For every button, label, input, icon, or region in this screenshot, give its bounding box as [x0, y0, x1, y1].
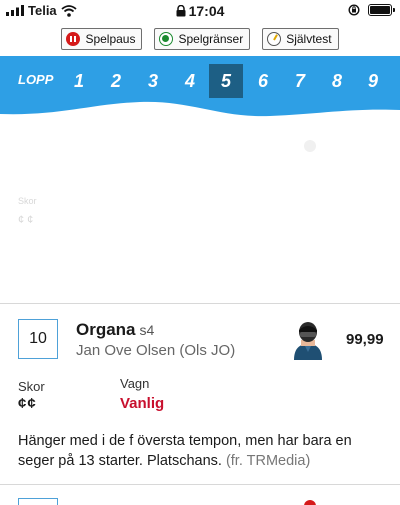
next-start-number-badge [18, 498, 58, 505]
status-right [348, 4, 395, 16]
faded-driver-icon [304, 140, 316, 152]
limits-icon [159, 32, 174, 46]
race-tab-7[interactable]: 7 [283, 64, 317, 98]
horse-name-text: Organa [76, 320, 136, 339]
row-divider-top [0, 303, 400, 304]
status-time: 17:04 [188, 3, 225, 19]
row-divider-bottom [0, 484, 400, 485]
spelpaus-button[interactable]: Spelpaus [61, 28, 143, 50]
comment-source: (fr. TRMedia) [225, 453, 311, 469]
race-tab-3[interactable]: 3 [136, 64, 170, 98]
lock-icon [176, 4, 186, 17]
battery-fill [370, 6, 390, 14]
driver-name: Jan Ove Olsen (Ols JO) [76, 342, 236, 359]
horse-name: Organa s4 [76, 320, 154, 340]
battery-icon [368, 4, 395, 16]
race-tab-4[interactable]: 4 [173, 64, 207, 98]
race-selector: LOPP 1 2 3 4 5 6 7 8 9 [0, 56, 400, 122]
horse-name-suffix: s4 [139, 322, 155, 338]
self-test-icon [267, 32, 282, 46]
vagn-value: Vanlig [120, 395, 165, 412]
lopp-label: LOPP [18, 72, 54, 87]
race-tab-6[interactable]: 6 [246, 64, 280, 98]
spelgranser-label: Spelgränser [178, 32, 244, 46]
orientation-lock-icon [348, 4, 360, 16]
race-tab-1[interactable]: 1 [62, 64, 96, 98]
skor-label: Skor [18, 379, 45, 394]
driver-silhouette-icon [294, 322, 322, 360]
vagn-label: Vagn [120, 376, 150, 391]
race-tab-9[interactable]: 9 [356, 64, 390, 98]
faded-skor-text: Skor [18, 196, 37, 206]
wave-decoration [0, 101, 400, 122]
start-number-badge: 10 [18, 319, 58, 359]
race-tab-5[interactable]: 5 [209, 64, 243, 98]
sjalvtest-label: Självtest [286, 32, 332, 46]
sjalvtest-button[interactable]: Självtest [262, 28, 339, 50]
responsible-gaming-bar: Spelpaus Spelgränser Självtest [0, 22, 400, 56]
faded-skor-value: ¢ ¢ [18, 214, 34, 226]
starter-comment: Hänger med i de f översta tempon, men ha… [18, 431, 383, 471]
status-bar: Telia 17:04 [0, 0, 400, 22]
race-tab-8[interactable]: 8 [320, 64, 354, 98]
skor-value: ¢¢ [18, 395, 37, 412]
race-tab-2[interactable]: 2 [99, 64, 133, 98]
next-driver-icon [304, 500, 316, 505]
odds-value: 99,99 [346, 331, 384, 348]
pause-icon [66, 32, 81, 46]
spelgranser-button[interactable]: Spelgränser [154, 28, 251, 50]
spelpaus-label: Spelpaus [85, 32, 136, 46]
status-time-wrap: 17:04 [0, 3, 400, 19]
